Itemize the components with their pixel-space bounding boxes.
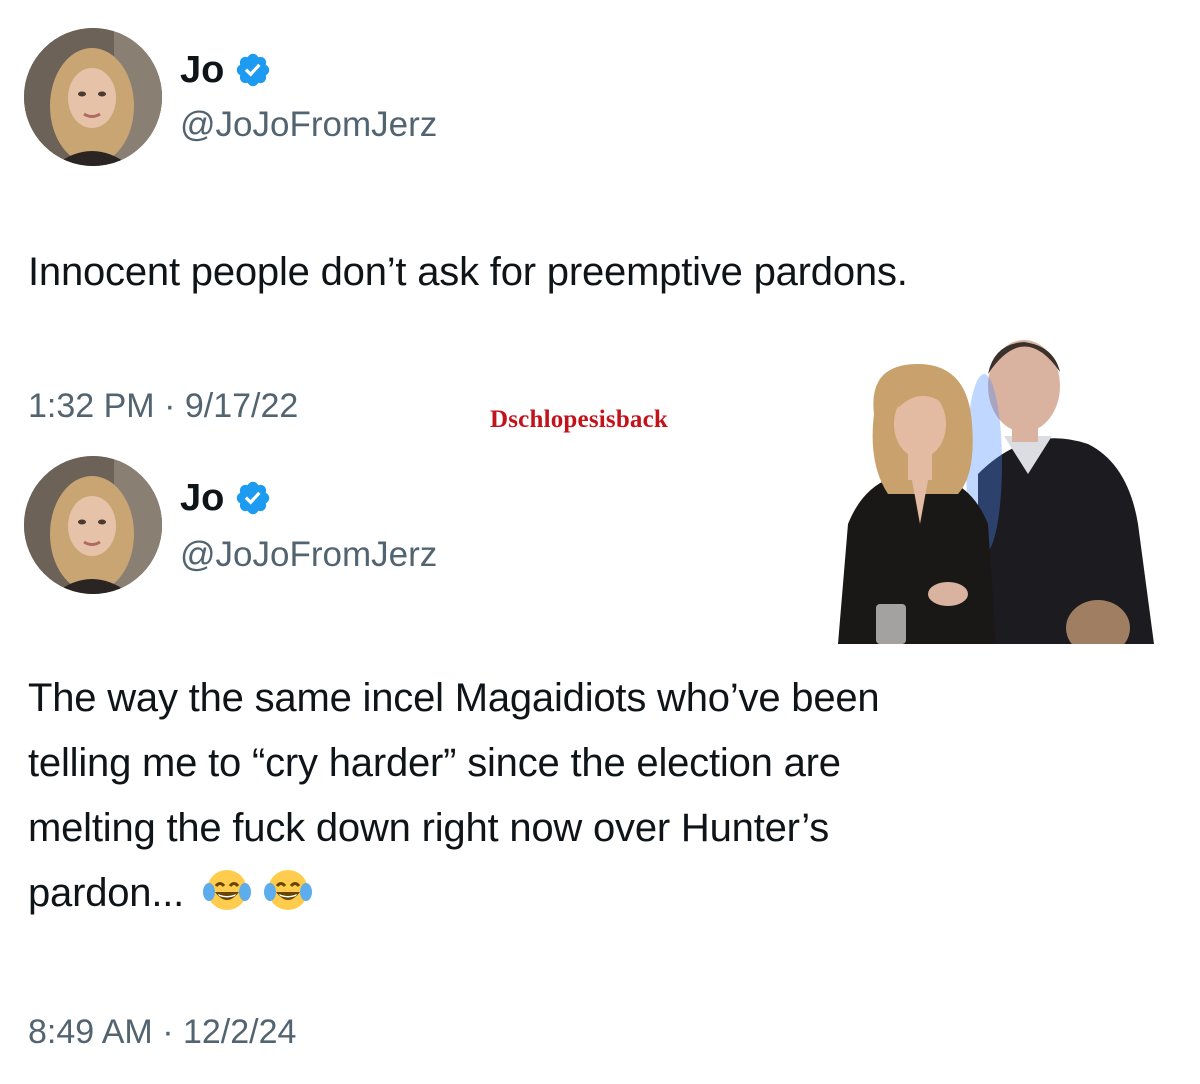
tweet-text: Innocent people don’t ask for preemptive… xyxy=(28,250,908,294)
face-with-tears-of-joy-icon xyxy=(263,867,312,932)
tweet-text-line: The way the same incel Magaidiots who’ve… xyxy=(28,676,880,720)
tweet-timestamp[interactable]: 1:32 PM · 9/17/22 xyxy=(28,386,298,426)
verified-badge-icon xyxy=(234,479,272,517)
tweet-timestamp[interactable]: 8:49 AM · 12/2/24 xyxy=(28,1012,296,1052)
face-with-tears-of-joy-icon xyxy=(203,867,252,932)
tweet-text: The way the same incel Magaidiots who’ve… xyxy=(28,666,880,932)
tweet-text-line: telling me to “cry harder” since the ele… xyxy=(28,741,841,785)
display-name[interactable]: Jo xyxy=(180,476,224,520)
author-name-row: Jo xyxy=(180,476,272,520)
tweet-text-line: melting the fuck down right now over Hun… xyxy=(28,806,830,850)
display-name[interactable]: Jo xyxy=(180,48,224,92)
handle[interactable]: @JoJoFromJerz xyxy=(180,534,437,576)
tweet-text-line-with-emoji: pardon... xyxy=(28,861,879,932)
tweet-text-line: pardon... xyxy=(28,871,185,915)
handle[interactable]: @JoJoFromJerz xyxy=(180,104,437,146)
avatar[interactable] xyxy=(24,28,162,166)
inserted-photo xyxy=(828,324,1154,656)
avatar[interactable] xyxy=(24,456,162,594)
verified-badge-icon xyxy=(234,51,272,89)
author-name-row: Jo xyxy=(180,48,272,92)
watermark-text: Dschlopesisback xyxy=(490,406,669,433)
